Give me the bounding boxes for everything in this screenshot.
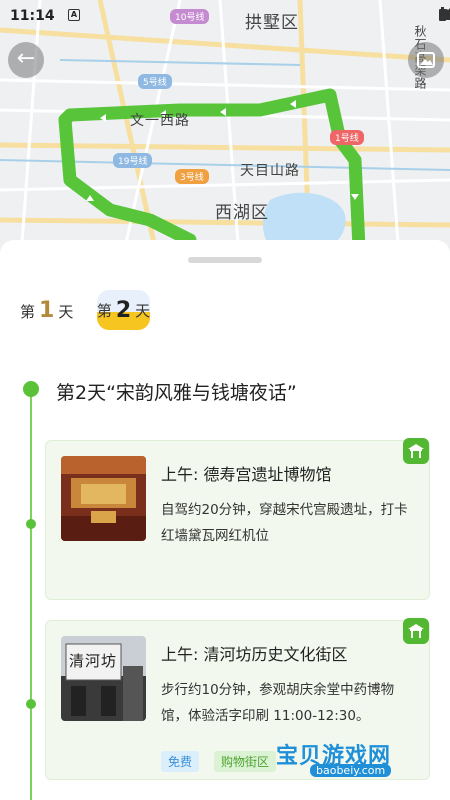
activity-title: 上午: 德寿宫遗址博物馆 <box>161 465 332 484</box>
itinerary-sheet: 第 1 天 第 2 天 第2天“宋韵风雅与钱塘夜话” 上午: 德寿宫遗址博物馆 … <box>0 240 450 800</box>
category-chip: 购物街区 <box>214 751 277 772</box>
metro-badge: 1号线 <box>330 130 364 145</box>
metro-badge: 5号线 <box>138 74 172 89</box>
sheet-drag-handle[interactable] <box>188 257 262 263</box>
district-label: 西湖区 <box>215 203 269 223</box>
activity-description: 自驾约20分钟，穿越宋代宫殿遗址，打卡红墙黛瓦网红机位 <box>161 502 408 544</box>
timeline-day-dot <box>23 381 39 397</box>
tab-number: 1 <box>39 298 55 323</box>
activity-card[interactable]: 上午: 德寿宫遗址博物馆 自驾约20分钟，穿越宋代宫殿遗址，打卡红墙黛瓦网红机位 <box>45 438 430 600</box>
tab-day-2[interactable]: 第 2 天 <box>97 290 150 330</box>
map-layer-button[interactable] <box>408 42 444 78</box>
activity-description: 步行约10分钟，参观胡庆余堂中药博物馆，体验活字印刷 11:00-12:30。 <box>161 682 395 724</box>
notification-icon: A <box>68 9 80 21</box>
tab-day-1[interactable]: 第 1 天 <box>20 298 73 338</box>
tab-suffix: 天 <box>58 303 74 321</box>
activity-title: 上午: 清河坊历史文化街区 <box>161 645 348 664</box>
timeline-line <box>30 390 32 800</box>
arrow-left-icon: ← <box>16 46 36 71</box>
pavilion-icon <box>403 618 429 644</box>
route-map[interactable]: 拱墅区 文一西路 天目山路 西湖区 秋石高架路 10号线 5号线 19号线 3号… <box>0 0 450 270</box>
day-title: 第2天“宋韵风雅与钱塘夜话” <box>56 382 297 404</box>
street-photo: 清河坊 <box>61 636 146 721</box>
road-label: 天目山路 <box>240 163 300 179</box>
back-button[interactable]: ← <box>8 42 44 78</box>
pavilion-icon <box>403 438 429 464</box>
street-sign-text: 清河坊 <box>69 652 118 670</box>
tab-prefix: 第 <box>96 301 112 320</box>
museum-photo <box>61 456 146 541</box>
tab-number: 2 <box>115 297 132 323</box>
status-bar: 11:14 A <box>0 0 450 34</box>
map-roads <box>0 0 450 270</box>
battery-icon <box>439 7 446 21</box>
tab-suffix: 天 <box>135 301 151 320</box>
tab-prefix: 第 <box>20 303 36 321</box>
price-chip: 免费 <box>161 751 200 772</box>
timeline-dot <box>26 519 36 529</box>
status-time: 11:14 <box>10 8 55 24</box>
site-watermark: 宝贝游戏网 baobeiy.com <box>270 740 420 790</box>
watermark-url: baobeiy.com <box>310 764 392 777</box>
image-icon <box>417 52 435 68</box>
metro-badge: 3号线 <box>175 169 209 184</box>
metro-badge: 19号线 <box>113 153 153 168</box>
road-label: 文一西路 <box>130 113 190 129</box>
timeline-dot <box>26 699 36 709</box>
